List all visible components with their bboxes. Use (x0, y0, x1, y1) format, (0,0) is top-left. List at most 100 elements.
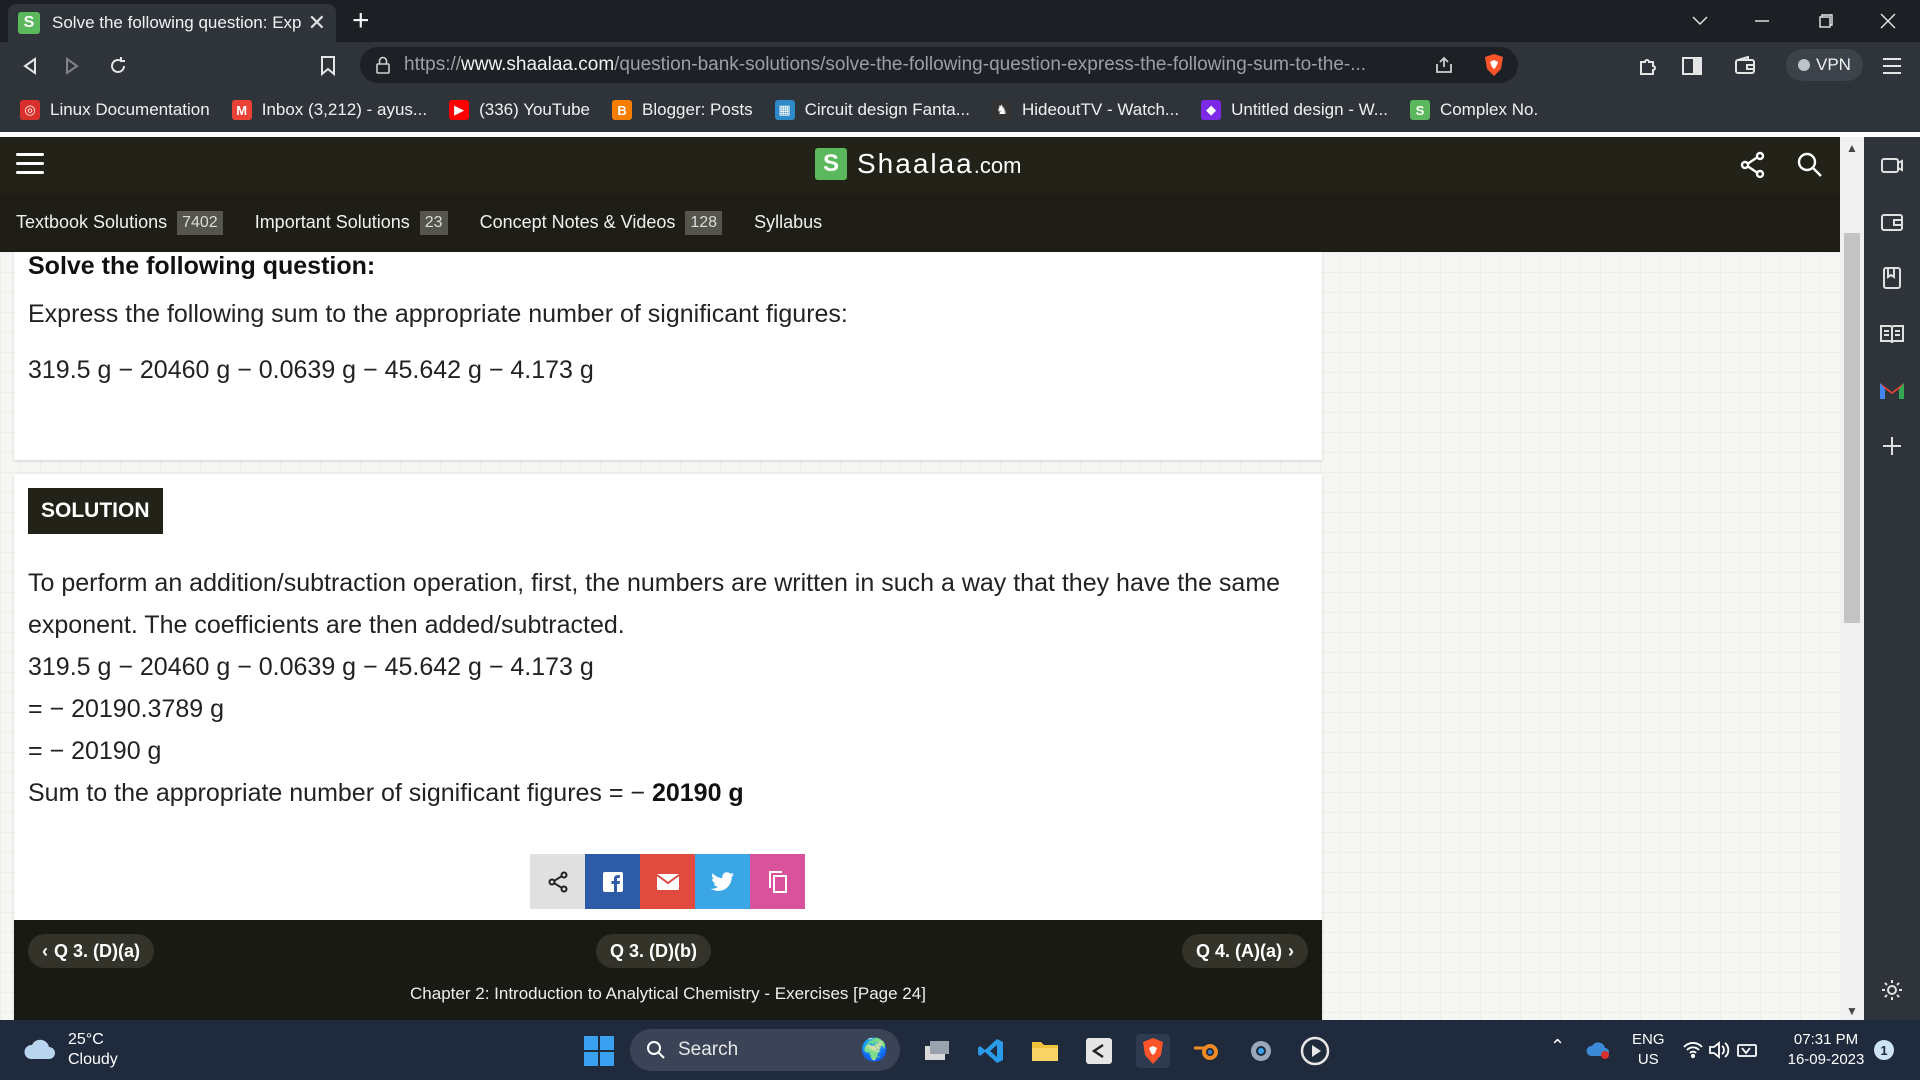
solution-intro: To perform an addition/subtraction opera… (28, 569, 1281, 639)
close-window-button[interactable] (1858, 0, 1918, 42)
site-search-icon[interactable] (1795, 150, 1825, 180)
bookmark-item[interactable]: ◆ Untitled design - W... (1201, 100, 1388, 120)
settings-app-icon[interactable] (1244, 1034, 1278, 1068)
leo-ai-icon[interactable] (1877, 151, 1907, 181)
subnav-item[interactable]: Textbook Solutions 7402 (16, 210, 223, 235)
taskbar-search[interactable]: Search 🌍 (630, 1029, 900, 1071)
share-facebook-button[interactable] (585, 854, 640, 909)
current-question-button[interactable]: Q 3. (D)(b) (596, 934, 711, 968)
copy-icon (767, 870, 789, 894)
brave-taskbar-icon[interactable] (1136, 1034, 1170, 1068)
tray-overflow-icon[interactable]: ⌃ (1550, 1036, 1565, 1056)
linux-doc-icon: ◎ (20, 100, 40, 120)
bookmark-item[interactable]: ◎ Linux Documentation (20, 100, 210, 120)
bookmark-label: Untitled design - W... (1231, 100, 1388, 119)
reading-list-icon[interactable] (1877, 319, 1907, 349)
solution-body: To perform an addition/subtraction opera… (28, 562, 1298, 814)
tab-close-icon[interactable]: ✕ (308, 12, 326, 34)
bookmark-item[interactable]: B Blogger: Posts (612, 100, 753, 120)
site-menu-icon[interactable] (16, 153, 44, 175)
task-view-icon[interactable] (920, 1034, 954, 1068)
site-share-icon[interactable] (1738, 150, 1768, 180)
share-page-icon[interactable] (1434, 55, 1454, 75)
restore-button[interactable] (1796, 0, 1856, 42)
input-language-indicator[interactable]: ENG US (1632, 1030, 1665, 1070)
weather-widget[interactable]: 25°C Cloudy (22, 1030, 118, 1070)
subnav-count-badge: 128 (685, 210, 723, 235)
subnav-count-badge: 7402 (177, 210, 223, 235)
site-logo[interactable]: S Shaalaa.com (815, 148, 1021, 180)
back-button[interactable] (14, 50, 46, 82)
brave-shield-icon[interactable] (1482, 53, 1506, 77)
chapter-link[interactable]: Chapter 2: Introduction to Analytical Ch… (14, 984, 1322, 1004)
bookmark-label: Complex No. (1439, 100, 1539, 119)
clock[interactable]: 07:31 PM 16-09-2023 (1780, 1030, 1872, 1070)
share-email-button[interactable] (640, 854, 695, 909)
forward-button[interactable] (56, 50, 88, 82)
bookmark-label: Linux Documentation (50, 100, 210, 119)
share-copy-button[interactable] (750, 854, 805, 909)
network-volume-battery-icons[interactable] (1682, 1036, 1760, 1064)
windows-taskbar: 25°C Cloudy Search 🌍 ⌃ ENG US 07:31 PM 1… (0, 1020, 1920, 1080)
share-generic-button[interactable] (530, 854, 585, 909)
solution-step-2: = − 20190.3789 g (28, 695, 225, 723)
share-twitter-button[interactable] (695, 854, 750, 909)
bookmark-item[interactable]: ▶ (336) YouTube (449, 100, 590, 120)
sidebar-wallet-icon[interactable] (1877, 207, 1907, 237)
onedrive-sync-icon[interactable] (1584, 1036, 1612, 1064)
vpn-label: VPN (1816, 55, 1851, 74)
wallet-icon[interactable] (1729, 50, 1761, 82)
add-sidebar-item-icon[interactable] (1877, 431, 1907, 461)
prev-question-button[interactable]: ‹ Q 3. (D)(a) (28, 934, 155, 968)
bookmark-item[interactable]: S Complex No. (1409, 100, 1539, 120)
notification-badge[interactable]: 1 (1874, 1040, 1894, 1060)
sidebar-toggle-icon[interactable] (1676, 50, 1708, 82)
terminal-app-icon[interactable] (1082, 1034, 1116, 1068)
vpn-button[interactable]: VPN (1786, 49, 1863, 81)
subnav-label: Textbook Solutions (16, 212, 168, 232)
sidebar-settings-icon[interactable] (1877, 975, 1907, 1005)
blender-icon[interactable] (1190, 1034, 1224, 1068)
bookmark-item[interactable]: M Inbox (3,212) - ayus... (231, 100, 428, 120)
bookmark-item[interactable]: ▦ Circuit design Fanta... (774, 100, 970, 120)
page-scrollbar[interactable]: ▲ ▼ (1840, 137, 1864, 1020)
subnav-label: Important Solutions (254, 212, 410, 232)
minimize-button[interactable] (1732, 0, 1792, 42)
file-explorer-icon[interactable] (1028, 1034, 1062, 1068)
gmail-icon: M (231, 100, 252, 120)
logo-text: Shaalaa.com (857, 148, 1022, 179)
menu-icon[interactable] (1876, 50, 1908, 82)
windows-start-icon[interactable] (584, 1036, 614, 1066)
url-text: https://www.shaalaa.com/question-bank-so… (404, 54, 1367, 75)
subnav-item[interactable]: Syllabus (754, 212, 822, 233)
search-icon (647, 1041, 665, 1059)
bookmarks-panel-icon[interactable] (1877, 263, 1907, 293)
scroll-up-icon[interactable]: ▲ (1846, 141, 1858, 155)
bookmark-item[interactable]: ♞ HideoutTV - Watch... (991, 100, 1179, 120)
tab-title: Solve the following question: Exp (52, 13, 302, 32)
solution-step-3: = − 20190 g (28, 737, 162, 765)
tab-search-chevron-icon[interactable] (1670, 0, 1730, 42)
question-text: Express the following sum to the appropr… (28, 300, 848, 328)
reload-button[interactable] (102, 50, 134, 82)
subnav-item[interactable]: Concept Notes & Videos 128 (479, 210, 723, 235)
twitter-icon (710, 871, 735, 892)
subnav-label: Concept Notes & Videos (479, 212, 676, 232)
gmail-sidebar-icon[interactable] (1877, 375, 1907, 405)
bookmark-label: Inbox (3,212) - ayus... (261, 100, 428, 119)
bookmarks-bar: ◎ Linux Documentation M Inbox (3,212) - ayu… (0, 88, 1920, 132)
taskbar-search-label: Search (678, 1039, 739, 1060)
next-question-button[interactable]: Q 4. (A)(a) › (1181, 934, 1308, 968)
new-tab-button[interactable]: + (352, 4, 370, 38)
bookmark-icon[interactable] (312, 50, 344, 82)
subnav-item[interactable]: Important Solutions 23 (254, 210, 448, 235)
scroll-thumb[interactable] (1844, 233, 1860, 623)
vscode-icon[interactable] (974, 1034, 1008, 1068)
bookmark-label: Circuit design Fanta... (804, 100, 970, 119)
address-toolbar: https://www.shaalaa.com/question-bank-so… (0, 42, 1920, 88)
browser-tab-active[interactable]: S Solve the following question: Exp ✕ (8, 4, 336, 42)
scroll-down-icon[interactable]: ▼ (1846, 1004, 1858, 1018)
extensions-icon[interactable] (1632, 50, 1664, 82)
media-player-icon[interactable] (1298, 1034, 1332, 1068)
address-bar[interactable]: https://www.shaalaa.com/question-bank-so… (360, 47, 1518, 83)
